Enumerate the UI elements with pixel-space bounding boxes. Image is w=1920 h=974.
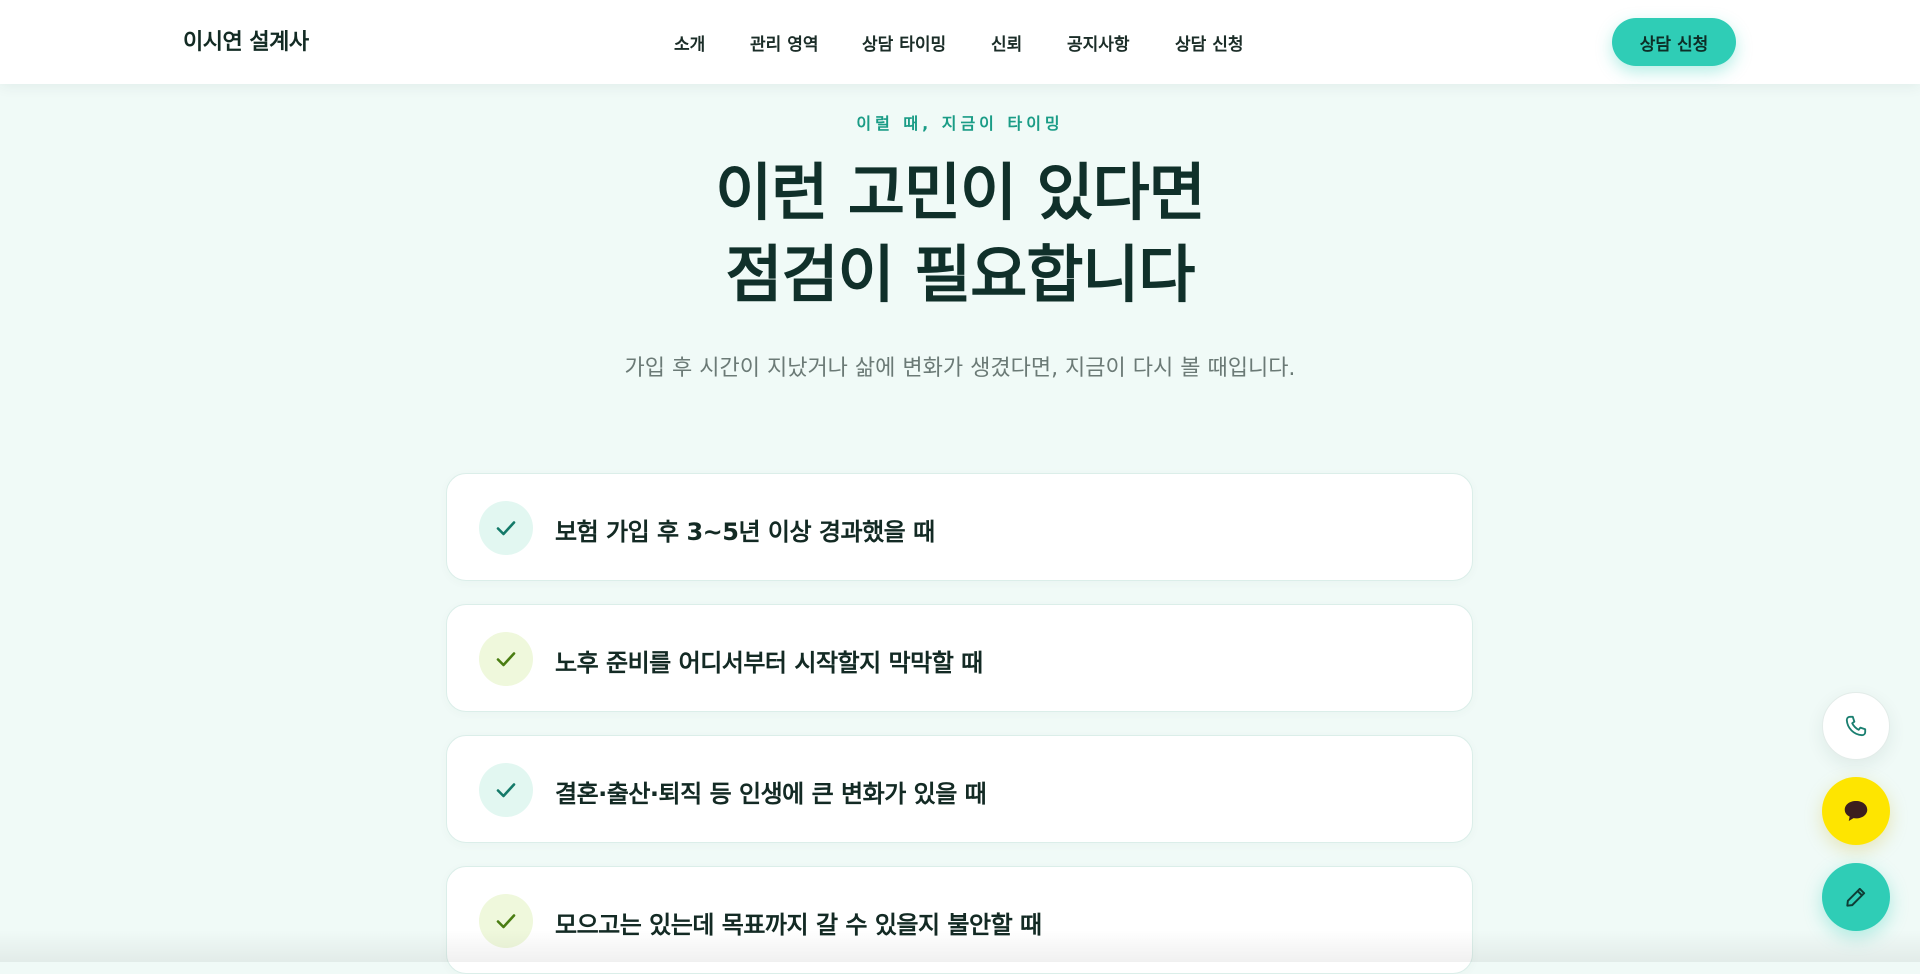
check-icon: [479, 894, 533, 948]
section-eyebrow: 이럴 때, 지금이 타이밍: [856, 114, 1064, 133]
title-line-1: 이런 고민이 있다면: [715, 156, 1206, 229]
phone-icon: [1845, 715, 1867, 737]
site-header: 이시연 설계사 소개 관리 영역 상담 타이밍 신뢰 공지사항 상담 신청 상담…: [0, 0, 1920, 84]
checklist-item: 결혼·출산·퇴직 등 인생에 큰 변화가 있을 때: [446, 735, 1473, 843]
checklist-item-text: 노후 준비를 어디서부터 시작할지 막막할 때: [555, 649, 983, 677]
checklist-item-text: 결혼·출산·퇴직 등 인생에 큰 변화가 있을 때: [555, 780, 987, 808]
section-subtitle: 가입 후 시간이 지났거나 삶에 변화가 생겼다면, 지금이 다시 볼 때입니다…: [624, 356, 1296, 381]
kakao-chat-button[interactable]: [1822, 777, 1890, 845]
pencil-icon: [1846, 887, 1866, 907]
checklist-item-text: 모으고는 있는데 목표까지 갈 수 있을지 불안할 때: [555, 911, 1042, 939]
check-icon: [479, 763, 533, 817]
consult-cta-button[interactable]: 상담 신청: [1612, 18, 1736, 66]
phone-call-button[interactable]: [1822, 692, 1890, 760]
checklist-item-text: 보험 가입 후 3~5년 이상 경과했을 때: [555, 518, 935, 546]
section-title: 이런 고민이 있다면 점검이 필요합니다: [0, 152, 1920, 316]
nav-item-timing[interactable]: 상담 타이밍: [862, 30, 946, 55]
checklist-item: 노후 준비를 어디서부터 시작할지 막막할 때: [446, 604, 1473, 712]
title-line-2: 점검이 필요합니다: [725, 238, 1196, 311]
nav-item-consult[interactable]: 상담 신청: [1175, 30, 1243, 55]
nav-item-trust[interactable]: 신뢰: [991, 30, 1022, 55]
chat-bubble-icon: [1844, 801, 1868, 821]
checklist-item: 보험 가입 후 3~5년 이상 경과했을 때: [446, 473, 1473, 581]
checklist-item: 모으고는 있는데 목표까지 갈 수 있을지 불안할 때: [446, 866, 1473, 974]
write-inquiry-button[interactable]: [1822, 863, 1890, 931]
nav-item-notice[interactable]: 공지사항: [1067, 30, 1130, 55]
check-icon: [479, 632, 533, 686]
nav-item-intro[interactable]: 소개: [674, 30, 705, 55]
check-icon: [479, 501, 533, 555]
nav-item-management[interactable]: 관리 영역: [750, 30, 818, 55]
